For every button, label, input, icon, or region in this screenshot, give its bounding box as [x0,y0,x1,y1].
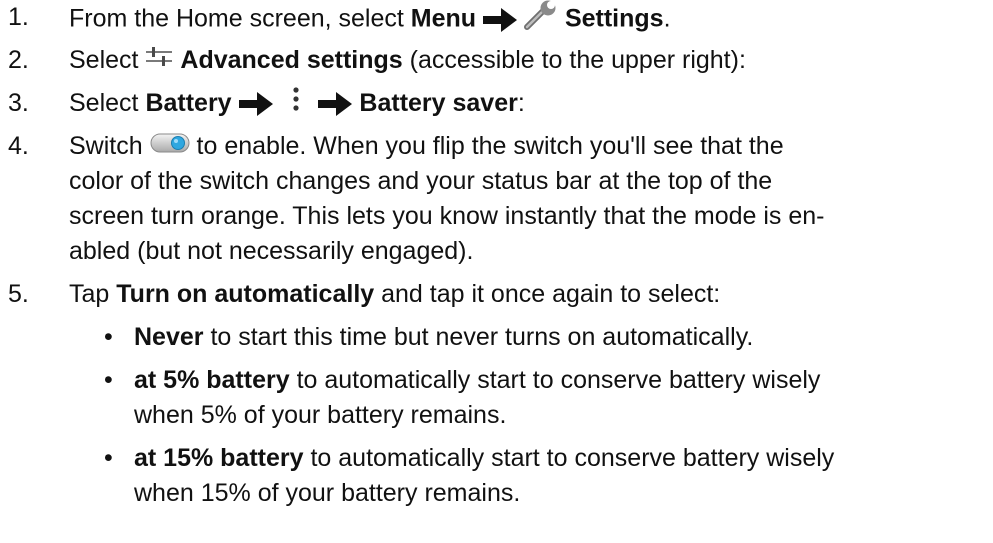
step-number: 3. [8,89,29,117]
sliders-icon [145,43,173,79]
battery-saver-label: Battery saver [359,89,518,117]
turn-on-automatically-label: Turn on automatically [116,280,375,308]
menu-label: Menu [410,4,477,33]
arrow-right-icon [318,91,353,126]
step-text: Select [69,89,146,117]
step-number: 2. [8,46,29,74]
toggle-switch-icon [150,130,190,165]
settings-label: Settings [564,4,664,33]
wrench-icon [523,0,558,40]
step-text: Select [69,46,146,74]
step-number: 5. [8,280,29,308]
step-number: 1. [8,3,29,31]
bullet: • [104,444,113,472]
bullet: • [104,366,113,394]
bullet: • [104,323,113,351]
arrow-right-icon [483,7,518,42]
arrow-right-icon [238,91,273,126]
battery-label: Battery [145,89,232,117]
advanced-settings-label: Advanced settings [180,46,403,74]
instruction-page: 1. From the Home screen, select Menu Set… [0,0,993,543]
step-text: Switch [69,132,150,160]
step-text: Tap [69,280,117,308]
step-number: 4. [8,132,29,160]
step-text: From the Home screen, select [69,4,411,33]
overflow-menu-icon [292,86,300,122]
